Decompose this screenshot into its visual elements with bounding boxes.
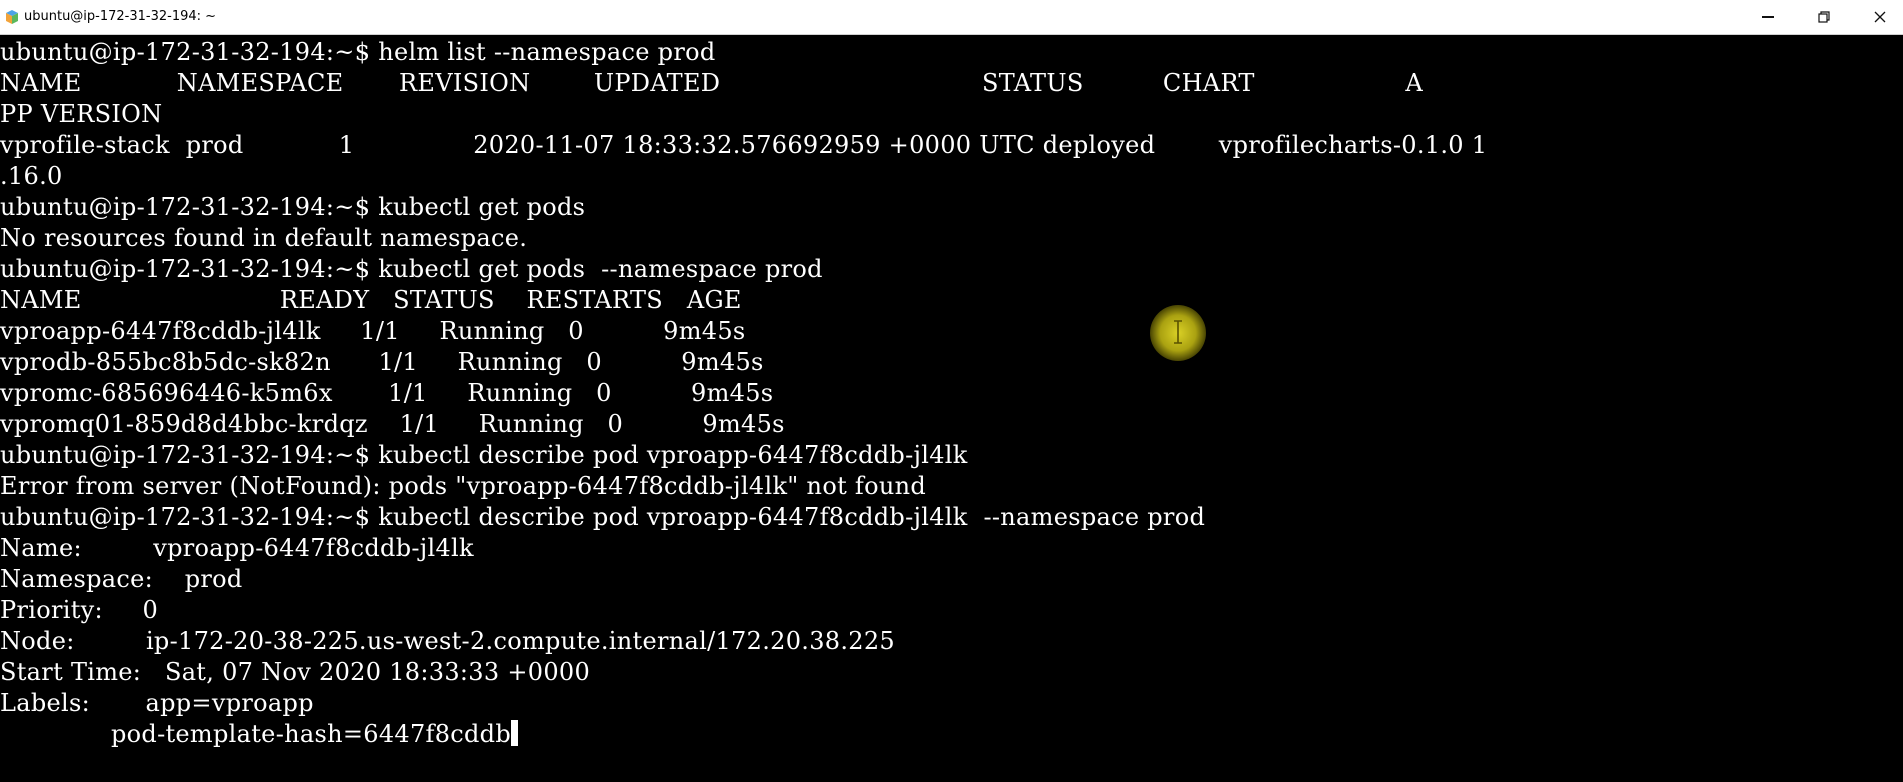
terminal-line: .16.0 [0,162,63,190]
terminal-app-icon [6,10,18,24]
terminal-line: vproapp-6447f8cddb-jl4lk 1/1 Running 0 9… [0,317,746,345]
terminal-line: ubuntu@ip-172-31-32-194:~$ kubectl descr… [0,503,1206,531]
terminal-line: No resources found in default namespace. [0,224,528,252]
terminal-line: ubuntu@ip-172-31-32-194:~$ kubectl get p… [0,255,823,283]
window-title: ubuntu@ip-172-31-32-194: ~ [24,9,217,24]
terminal-line: Namespace: prod [0,565,243,593]
terminal-line: PP VERSION [0,100,163,128]
terminal-output[interactable]: ubuntu@ip-172-31-32-194:~$ helm list --n… [0,35,1903,782]
terminal-line: Name: vproapp-6447f8cddb-jl4lk [0,534,474,562]
text-cursor [511,720,519,746]
terminal-line: NAME READY STATUS RESTARTS AGE [0,286,742,314]
terminal-line: vpromc-685696446-k5m6x 1/1 Running 0 9m4… [0,379,774,407]
terminal-line: vprofile-stack prod 1 2020-11-07 18:33:3… [0,131,1488,159]
terminal-line: vprodb-855bc8b5dc-sk82n 1/1 Running 0 9m… [0,348,764,376]
terminal-line: Start Time: Sat, 07 Nov 2020 18:33:33 +0… [0,658,591,686]
terminal-line-text: pod-template-hash=6447f8cddb [0,720,512,748]
terminal-line: Labels: app=vproapp [0,689,314,717]
terminal-line: ubuntu@ip-172-31-32-194:~$ kubectl get p… [0,193,586,221]
restore-button[interactable] [1796,0,1852,34]
terminal-scrollbar[interactable] [1886,35,1903,782]
close-icon [1874,11,1886,23]
window-titlebar[interactable]: ubuntu@ip-172-31-32-194: ~ [0,0,1903,35]
minimize-button[interactable] [1740,0,1796,34]
terminal-line: Node: ip-172-20-38-225.us-west-2.compute… [0,627,895,655]
terminal-line: vpromq01-859d8d4bbc-krdqz 1/1 Running 0 … [0,410,785,438]
restore-icon [1818,11,1830,23]
minimize-icon [1762,16,1774,18]
ibeam-cursor-icon [1174,320,1182,344]
close-button[interactable] [1852,0,1903,34]
terminal-line: Priority: 0 [0,596,159,624]
terminal-line: ubuntu@ip-172-31-32-194:~$ helm list --n… [0,38,716,66]
terminal-input-line[interactable]: pod-template-hash=6447f8cddb [0,719,519,750]
terminal-line: ubuntu@ip-172-31-32-194:~$ kubectl descr… [0,441,968,469]
terminal-line: Error from server (NotFound): pods "vpro… [0,472,927,500]
terminal-line: NAME NAMESPACE REVISION UPDATED STATUS C… [0,69,1423,97]
